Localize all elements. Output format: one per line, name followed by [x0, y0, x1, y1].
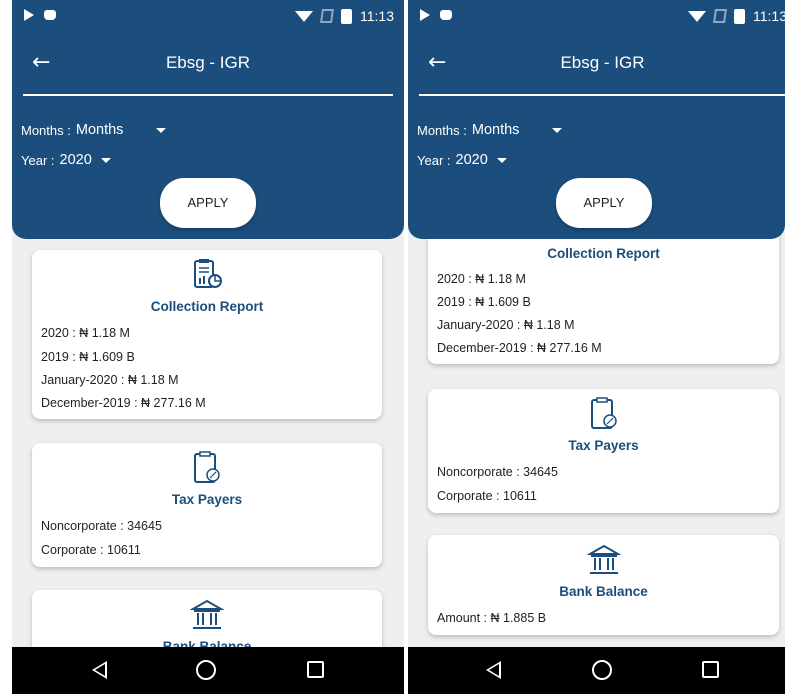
- play-store-icon: [24, 9, 34, 21]
- collection-line-dec-2019: December-2019 : ₦ 277.16 M: [41, 396, 206, 410]
- card-title: Collection Report: [547, 246, 660, 261]
- tax-payers-card[interactable]: Tax Payers Noncorporate : 34645 Corporat…: [428, 389, 779, 513]
- chevron-down-icon[interactable]: [156, 127, 167, 133]
- months-value: Months: [471, 122, 520, 138]
- app-title: Ebsg - IGR: [560, 53, 645, 72]
- year-label: Year :: [417, 152, 451, 168]
- bank-balance-card[interactable]: Bank Balance Amount : ₦ 1.885 B: [428, 535, 779, 635]
- collection-line-2019: 2019 : ₦ 1.609 B: [437, 295, 531, 309]
- apply-button[interactable]: APPLY: [556, 178, 652, 228]
- clipboard-percent-icon: [587, 397, 621, 436]
- app-header: ← Ebsg - IGR Months : Months Year : 2020…: [12, 32, 404, 239]
- collection-line-dec-2019: December-2019 : ₦ 277.16 M: [437, 341, 602, 355]
- battery-icon: [734, 8, 745, 24]
- android-icon: [44, 10, 56, 20]
- chevron-down-icon[interactable]: [100, 157, 111, 163]
- collection-report-card[interactable]: Collection Report 2020 : ₦ 1.18 M 2019 :…: [32, 250, 382, 419]
- card-title: Collection Report: [150, 299, 264, 314]
- card-title: Tax Payers: [171, 492, 243, 507]
- phone-screen-right: Collection Report 2020 : ₦ 1.18 M 2019 :…: [408, 0, 785, 694]
- noncorporate-count: Noncorporate : 34645: [41, 519, 162, 533]
- header-divider: [23, 94, 393, 96]
- tax-payers-card[interactable]: Tax Payers Noncorporate : 34645 Corporat…: [32, 443, 382, 567]
- phone-screen-left: 11:13 ← Ebsg - IGR Months : Months Year …: [12, 0, 404, 694]
- months-filter[interactable]: Months : Months: [417, 122, 563, 138]
- collection-report-card[interactable]: Collection Report 2020 : ₦ 1.18 M 2019 :…: [428, 218, 779, 364]
- chevron-down-icon[interactable]: [496, 157, 507, 163]
- no-sim-icon: [713, 9, 727, 23]
- nav-recents-icon[interactable]: [702, 661, 719, 678]
- year-value: 2020: [59, 152, 92, 168]
- year-filter[interactable]: Year : 2020: [417, 152, 507, 168]
- status-bar: 11:13: [408, 0, 785, 32]
- status-bar: 11:13: [12, 0, 404, 32]
- chevron-down-icon[interactable]: [552, 127, 563, 133]
- app-header: ← Ebsg - IGR Months : Months Year : 2020…: [408, 32, 785, 239]
- play-store-icon: [420, 9, 430, 21]
- system-nav-bar: [408, 647, 785, 694]
- system-nav-bar: [12, 647, 404, 694]
- header-divider: [419, 94, 785, 96]
- corporate-count: Corporate : 10611: [437, 489, 537, 503]
- months-filter[interactable]: Months : Months: [21, 122, 167, 138]
- report-chart-icon: [190, 258, 224, 297]
- bank-amount: Amount : ₦ 1.885 B: [437, 611, 547, 625]
- card-title: Bank Balance: [559, 584, 648, 599]
- collection-line-2020: 2020 : ₦ 1.18 M: [41, 326, 130, 340]
- battery-icon: [341, 8, 352, 24]
- collection-line-jan-2020: January-2020 : ₦ 1.18 M: [41, 373, 179, 387]
- wifi-icon: [295, 10, 313, 22]
- wifi-icon: [688, 10, 706, 22]
- clipboard-percent-icon: [190, 451, 224, 490]
- year-label: Year :: [21, 152, 55, 168]
- months-value: Months: [75, 122, 124, 138]
- months-label: Months :: [21, 122, 71, 138]
- collection-line-2020: 2020 : ₦ 1.18 M: [437, 272, 526, 286]
- android-icon: [440, 10, 452, 20]
- months-label: Months :: [417, 122, 467, 138]
- collection-line-2019: 2019 : ₦ 1.609 B: [41, 350, 135, 364]
- no-sim-icon: [320, 9, 334, 23]
- year-value: 2020: [455, 152, 488, 168]
- nav-back-icon[interactable]: [92, 661, 107, 679]
- nav-home-icon[interactable]: [592, 660, 612, 680]
- status-time: 11:13: [753, 8, 785, 24]
- collection-line-jan-2020: January-2020 : ₦ 1.18 M: [437, 318, 575, 332]
- nav-home-icon[interactable]: [196, 660, 216, 680]
- nav-recents-icon[interactable]: [307, 661, 324, 678]
- card-title: Tax Payers: [568, 438, 639, 453]
- nav-back-icon[interactable]: [486, 661, 501, 679]
- corporate-count: Corporate : 10611: [41, 543, 141, 557]
- bank-building-icon: [585, 543, 622, 582]
- noncorporate-count: Noncorporate : 34645: [437, 465, 558, 479]
- bank-building-icon: [189, 598, 225, 637]
- status-time: 11:13: [360, 8, 394, 24]
- year-filter[interactable]: Year : 2020: [21, 152, 111, 168]
- app-title: Ebsg - IGR: [165, 53, 251, 72]
- apply-button[interactable]: APPLY: [160, 178, 256, 228]
